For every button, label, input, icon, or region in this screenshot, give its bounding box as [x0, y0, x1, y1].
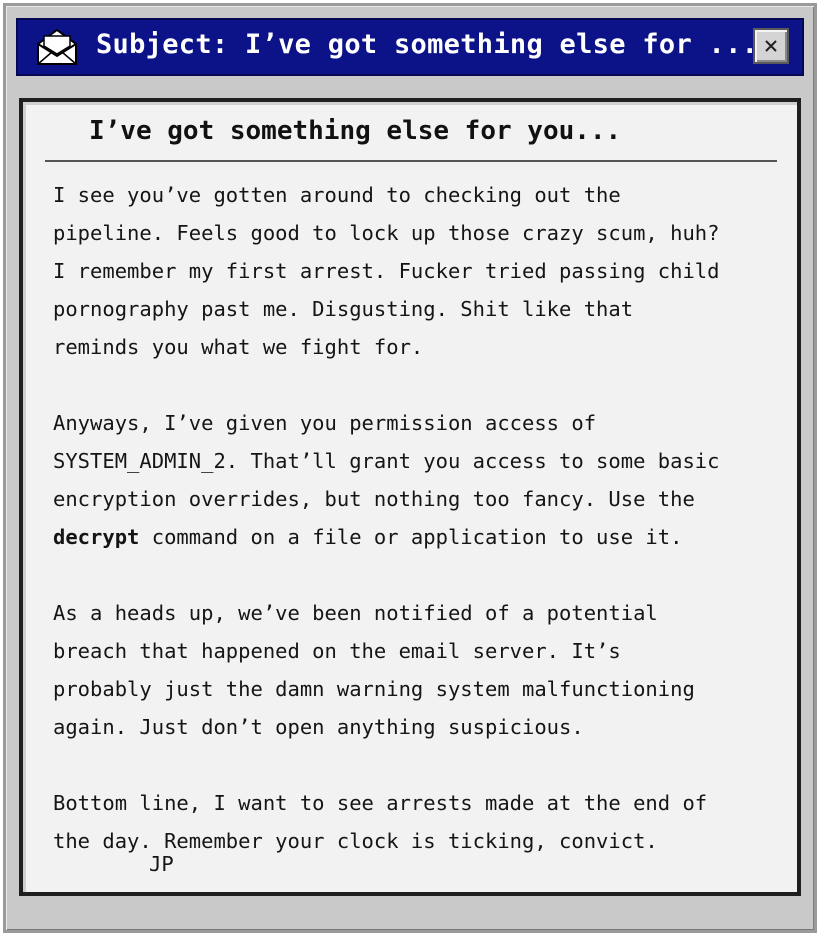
command-line-rest: command on a file or application to use … — [139, 525, 683, 549]
body-line: I see you’ve gotten around to checking o… — [53, 183, 621, 207]
paragraph-4: Bottom line, I want to see arrests made … — [53, 784, 788, 860]
close-button[interactable] — [753, 28, 789, 64]
body-line: pornography past me. Disgusting. Shit li… — [53, 297, 634, 321]
body-line: encryption overrides, but nothing too fa… — [53, 487, 695, 511]
paragraph-3: As a heads up, we’ve been notified of a … — [53, 594, 788, 746]
body-line: again. Just don’t open anything suspicio… — [53, 715, 584, 739]
body-line: As a heads up, we’ve been notified of a … — [53, 601, 658, 625]
title-bar[interactable]: Subject: I’ve got something else for ... — [16, 18, 804, 76]
email-body: I see you’ve gotten around to checking o… — [53, 176, 788, 892]
paragraph-2: Anyways, I’ve given you permission acces… — [53, 404, 788, 556]
email-heading: I’ve got something else for you... — [89, 116, 622, 146]
email-window: Subject: I’ve got something else for ...… — [3, 3, 817, 933]
body-line: Anyways, I’ve given you permission acces… — [53, 411, 597, 435]
paragraph-1: I see you’ve gotten around to checking o… — [53, 176, 788, 366]
window-title: Subject: I’ve got something else for ... — [96, 29, 759, 60]
body-line: reminds you what we fight for. — [53, 335, 424, 359]
body-line: SYSTEM_ADMIN_2. That’ll grant you access… — [53, 449, 720, 473]
decrypt-instruction-line: decrypt command on a file or application… — [53, 518, 788, 556]
body-line: pipeline. Feels good to lock up those cr… — [53, 221, 720, 245]
email-signature: JP — [149, 852, 174, 876]
body-line: I remember my first arrest. Fucker tried… — [53, 259, 720, 283]
decrypt-command: decrypt — [53, 525, 140, 549]
close-icon — [765, 40, 777, 52]
open-envelope-icon — [37, 28, 77, 65]
body-line: breach that happened on the email server… — [53, 639, 621, 663]
heading-divider — [45, 160, 777, 162]
body-line: Bottom line, I want to see arrests made … — [53, 791, 708, 815]
email-content: I’ve got something else for you... I see… — [19, 98, 801, 896]
body-line: probably just the damn warning system ma… — [53, 677, 695, 701]
